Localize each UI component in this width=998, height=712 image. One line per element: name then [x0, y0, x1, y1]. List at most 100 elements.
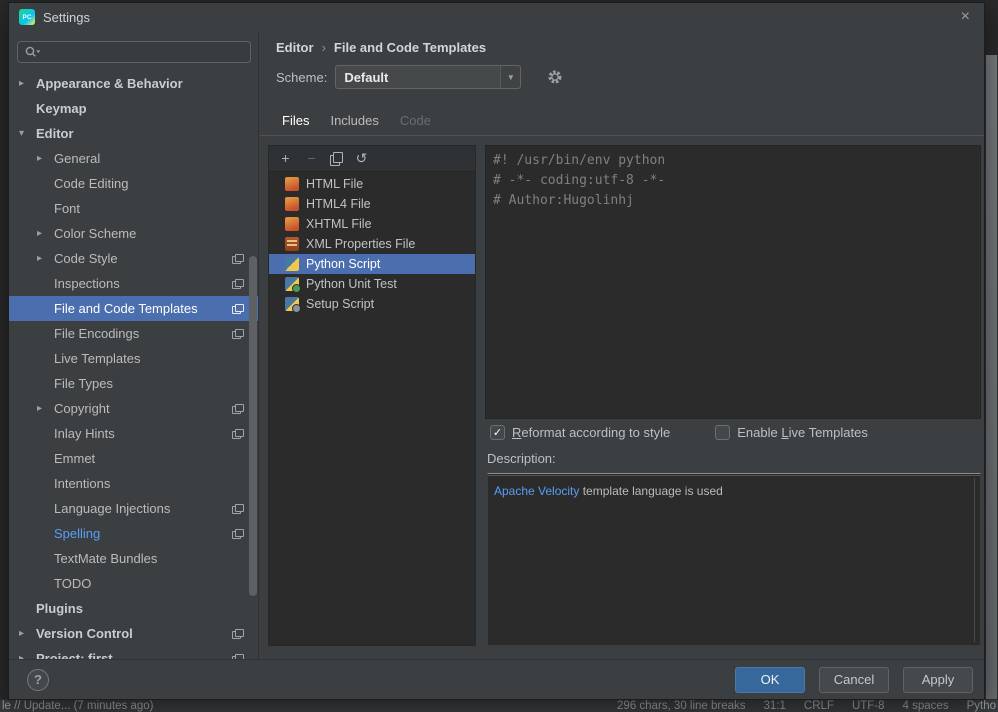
sidebar-item-file-types[interactable]: File Types [9, 371, 258, 396]
sidebar-item-project-first[interactable]: ▸ Project: first [9, 646, 258, 659]
status-segment[interactable]: 31:1 [764, 700, 786, 712]
breadcrumb: Editor › File and Code Templates [276, 40, 486, 55]
chevron-right-icon[interactable]: ▸ [37, 153, 54, 164]
search-icon [25, 46, 41, 57]
close-icon[interactable]: × [957, 8, 974, 26]
chevron-right-icon[interactable]: ▸ [37, 403, 54, 414]
settings-search-input[interactable] [44, 45, 244, 59]
apply-button[interactable]: Apply [903, 666, 973, 693]
sidebar-item-language-injections[interactable]: Language Injections [9, 496, 258, 521]
sidebar-item-copyright[interactable]: ▸ Copyright [9, 396, 258, 421]
description-text: Apache Velocity template language is use… [494, 484, 723, 498]
sidebar-item-live-templates[interactable]: Live Templates [9, 346, 258, 371]
template-item-setup-script[interactable]: Setup Script [269, 294, 475, 314]
settings-sidebar: ▸ Appearance & Behavior Keymap ▾ Editor ▸ Gene… [9, 31, 259, 659]
revert-template-button[interactable]: ↺ [354, 151, 369, 166]
sidebar-item-version-control[interactable]: ▸ Version Control [9, 621, 258, 646]
editor-options: ✓ Reformat according to style Enable Liv… [485, 425, 868, 440]
template-item-xhtml-file[interactable]: XHTML File [269, 214, 475, 234]
overridden-settings-icon [232, 403, 244, 414]
tab-code[interactable]: Code [400, 113, 431, 128]
add-template-button[interactable]: + [278, 151, 293, 166]
html-file-icon [285, 217, 299, 231]
template-item-label: HTML File [306, 177, 364, 191]
help-button[interactable]: ? [27, 668, 49, 691]
template-item-label: Setup Script [306, 297, 375, 311]
sidebar-item-font[interactable]: Font [9, 196, 258, 221]
sidebar-item-emmet[interactable]: Emmet [9, 446, 258, 471]
ide-editor-scrollbar[interactable] [985, 55, 998, 699]
description-label: Description: [487, 451, 556, 466]
chevron-right-icon[interactable]: ▸ [37, 253, 54, 264]
sidebar-item-inlay-hints[interactable]: Inlay Hints [9, 421, 258, 446]
sidebar-item-label: File Types [54, 376, 114, 391]
dialog-footer: ? OK Cancel Apply [9, 659, 984, 699]
overridden-settings-icon [232, 278, 244, 289]
status-segment[interactable]: Pytho [967, 700, 996, 712]
sidebar-item-label: Inlay Hints [54, 426, 115, 441]
ok-button[interactable]: OK [735, 666, 805, 693]
status-segment[interactable]: CRLF [804, 700, 834, 712]
remove-template-button[interactable]: − [304, 151, 319, 166]
scheme-select[interactable]: Default ▼ [335, 65, 522, 89]
search-box[interactable] [17, 41, 251, 63]
code-line: # -*- coding:utf-8 -*- [493, 173, 666, 188]
template-item-label: XML Properties File [306, 237, 416, 251]
chevron-right-icon[interactable]: ▸ [37, 228, 54, 239]
status-segment[interactable]: 4 spaces [903, 700, 949, 712]
sidebar-item-code-editing[interactable]: Code Editing [9, 171, 258, 196]
sidebar-item-label: Editor [36, 126, 74, 141]
pysetup-file-icon [285, 297, 301, 313]
sidebar-scrollbar-thumb[interactable] [249, 256, 257, 596]
template-item-label: HTML4 File [306, 197, 371, 211]
tab-files[interactable]: Files [282, 113, 309, 128]
sidebar-item-code-style[interactable]: ▸ Code Style [9, 246, 258, 271]
sidebar-item-inspections[interactable]: Inspections [9, 271, 258, 296]
chevron-down-icon[interactable]: ▾ [19, 128, 36, 139]
live-templates-checkbox[interactable]: Enable Live Templates [715, 425, 868, 440]
template-tabs: Files Includes Code [260, 106, 431, 135]
status-segment[interactable]: UTF-8 [852, 700, 885, 712]
gear-icon [548, 70, 562, 84]
template-editor[interactable]: #! /usr/bin/env python # -*- coding:utf-8… [485, 145, 981, 419]
tab-includes[interactable]: Includes [330, 113, 378, 128]
copy-template-button[interactable] [330, 151, 343, 166]
template-item-html-file[interactable]: HTML File [269, 174, 475, 194]
settings-tree: ▸ Appearance & Behavior Keymap ▾ Editor ▸ Gene… [9, 71, 258, 659]
code-line: # Author:Hugolinhj [493, 193, 634, 208]
template-item-python-script[interactable]: Python Script [269, 254, 475, 274]
sidebar-item-label: TextMate Bundles [54, 551, 158, 566]
sidebar-item-label: File Encodings [54, 326, 140, 341]
html-file-icon [285, 197, 299, 211]
template-item-xml-properties-file[interactable]: XML Properties File [269, 234, 475, 254]
template-item-python-unit-test[interactable]: Python Unit Test [269, 274, 475, 294]
ide-screen: le // Update... (7 minutes ago) 296 char… [0, 0, 998, 712]
sidebar-item-appearance-behavior[interactable]: ▸ Appearance & Behavior [9, 71, 258, 96]
scheme-actions-button[interactable] [547, 69, 563, 85]
sidebar-item-color-scheme[interactable]: ▸ Color Scheme [9, 221, 258, 246]
apache-velocity-link[interactable]: Apache Velocity [494, 484, 579, 498]
sidebar-item-todo[interactable]: TODO [9, 571, 258, 596]
sidebar-item-plugins[interactable]: Plugins [9, 596, 258, 621]
sidebar-item-label: Plugins [36, 601, 83, 616]
sidebar-item-label: Appearance & Behavior [36, 76, 183, 91]
template-item-html4-file[interactable]: HTML4 File [269, 194, 475, 214]
sidebar-item-general[interactable]: ▸ General [9, 146, 258, 171]
sidebar-item-file-and-code-templates[interactable]: File and Code Templates [9, 296, 258, 321]
sidebar-item-file-encodings[interactable]: File Encodings [9, 321, 258, 346]
chevron-right-icon[interactable]: ▸ [19, 628, 36, 639]
breadcrumb-editor[interactable]: Editor [276, 40, 314, 55]
sidebar-item-label: Project: first [36, 651, 113, 659]
sidebar-item-spelling[interactable]: Spelling [9, 521, 258, 546]
overridden-settings-icon [232, 328, 244, 339]
dialog-titlebar: PC Settings × [9, 3, 984, 31]
sidebar-item-intentions[interactable]: Intentions [9, 471, 258, 496]
reformat-checkbox[interactable]: ✓ Reformat according to style [490, 425, 670, 440]
sidebar-item-keymap[interactable]: Keymap [9, 96, 258, 121]
status-segment[interactable]: 296 chars, 30 line breaks [617, 700, 746, 712]
html-file-icon [285, 177, 299, 191]
sidebar-item-editor[interactable]: ▾ Editor [9, 121, 258, 146]
cancel-button[interactable]: Cancel [819, 666, 889, 693]
sidebar-item-textmate-bundles[interactable]: TextMate Bundles [9, 546, 258, 571]
chevron-right-icon[interactable]: ▸ [19, 78, 36, 89]
